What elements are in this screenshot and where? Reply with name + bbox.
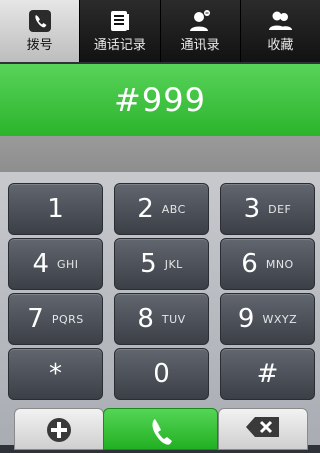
backspace-icon (245, 415, 281, 443)
key-4[interactable]: 4 GHI (8, 238, 103, 290)
key-digit: 7 (27, 304, 44, 334)
key-9[interactable]: 9 WXYZ (220, 293, 315, 345)
suggestion-bar (0, 136, 320, 172)
favorites-icon (265, 6, 295, 36)
tab-label: 通话记录 (93, 38, 146, 53)
key-letters: WXYZ (262, 312, 298, 326)
key-2[interactable]: 2 ABC (114, 183, 209, 235)
call-button[interactable] (103, 408, 218, 450)
key-digit: 0 (153, 359, 170, 389)
key-0[interactable]: 0 (114, 348, 209, 400)
key-digit: 4 (32, 249, 49, 279)
tab-label: 通讯录 (180, 38, 220, 53)
key-6[interactable]: 6 MNO (220, 238, 315, 290)
key-8[interactable]: 8 TUV (114, 293, 209, 345)
delete-button[interactable] (218, 408, 308, 450)
tab-label: 收藏 (267, 38, 294, 53)
dialpad-phone-icon (25, 6, 55, 36)
key-letters: PQRS (51, 312, 84, 326)
tab-call-log[interactable]: 通话记录 (80, 0, 161, 62)
dialed-number: #999 (114, 81, 206, 119)
key-digit: 1 (47, 194, 64, 224)
key-star[interactable]: * (8, 348, 103, 400)
key-digit: 9 (237, 304, 255, 334)
key-5[interactable]: 5 JKL (114, 238, 209, 290)
tab-favorites[interactable]: 收藏 (240, 0, 320, 62)
key-digit: 8 (137, 304, 154, 334)
key-letters: MNO (265, 257, 294, 271)
key-digit: 6 (241, 249, 258, 279)
call-icon (146, 415, 176, 453)
dialed-number-display: #999 (0, 64, 320, 136)
add-contact-button[interactable] (14, 408, 104, 450)
add-contact-icon (44, 415, 74, 449)
key-letters: TUV (161, 312, 186, 326)
tab-dialer[interactable]: 拨号 (0, 0, 81, 62)
key-1[interactable]: 1 (8, 183, 103, 235)
key-letters: JKL (164, 257, 183, 271)
key-7[interactable]: 7 PQRS (8, 293, 103, 345)
key-digit: 2 (137, 194, 154, 224)
tab-contacts[interactable]: 通讯录 (160, 0, 241, 62)
key-hash[interactable]: # (220, 348, 315, 400)
key-digit: 3 (243, 194, 261, 224)
key-digit: * (49, 359, 62, 389)
key-3[interactable]: 3 DEF (220, 183, 315, 235)
contacts-icon (185, 6, 215, 36)
key-letters: GHI (57, 257, 79, 271)
top-tab-bar: 拨号 通话记录 通讯录 收藏 (0, 0, 320, 62)
tab-label: 拨号 (26, 38, 53, 53)
key-digit: 5 (140, 249, 157, 279)
key-letters: DEF (268, 202, 292, 216)
call-log-icon (105, 6, 135, 36)
key-digit: # (256, 359, 279, 389)
key-letters: ABC (161, 202, 186, 216)
